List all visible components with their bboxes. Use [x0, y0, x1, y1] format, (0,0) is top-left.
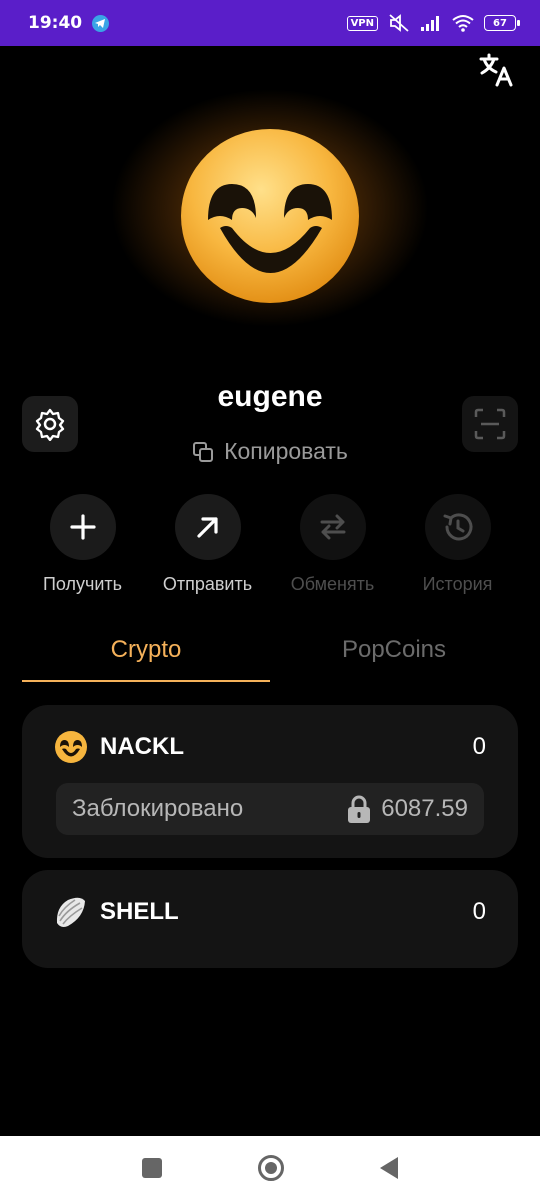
locked-amount: 6087.59: [381, 795, 468, 822]
swap-label: Обменять: [290, 574, 375, 594]
telegram-icon: [92, 14, 110, 32]
status-bar: 19:40 VPN 67: [0, 0, 540, 46]
receive-circle[interactable]: [49, 494, 116, 560]
plus-icon: [69, 514, 96, 540]
locked-value-group: 6087.59: [347, 794, 468, 824]
arrow-up-right-icon: [196, 517, 218, 538]
action-bar: Получить Отправить Обменять История: [20, 494, 520, 595]
swap-icon: [320, 514, 345, 540]
token-name: SHELL: [100, 898, 179, 925]
token-card-nackl[interactable]: NACKL 0 Заблокировано 6087.59: [22, 705, 518, 858]
token-amount: 0: [472, 898, 486, 925]
locked-balance: Заблокировано 6087.59: [56, 783, 484, 835]
send-button[interactable]: Отправить: [145, 494, 270, 595]
copy-button[interactable]: Копировать: [0, 438, 540, 465]
history-label: История: [422, 574, 493, 594]
swap-button[interactable]: Обменять: [270, 494, 395, 595]
lock-icon: [348, 795, 371, 823]
status-time: 19:40: [28, 13, 83, 33]
smiley-icon: [55, 731, 87, 763]
token-card-shell[interactable]: SHELL 0: [22, 870, 518, 968]
history-button[interactable]: История: [395, 494, 520, 595]
translate-icon[interactable]: [478, 52, 514, 88]
send-circle[interactable]: [174, 494, 241, 560]
home-icon[interactable]: [258, 1155, 284, 1181]
send-label: Отправить: [162, 574, 253, 594]
asset-tabs: Crypto PopCoins: [22, 630, 518, 682]
system-nav-bar: [0, 1136, 540, 1200]
status-icons: VPN 67: [346, 13, 520, 33]
tab-popcoins[interactable]: PopCoins: [270, 630, 518, 682]
token-name: NACKL: [100, 733, 184, 760]
muted-icon: [389, 14, 409, 32]
token-row: SHELL 0: [54, 894, 486, 930]
vpn-icon: VPN: [346, 15, 378, 31]
back-icon[interactable]: [380, 1157, 398, 1179]
token-amount: 0: [472, 733, 486, 760]
receive-button[interactable]: Получить: [20, 494, 145, 595]
locked-label: Заблокировано: [72, 795, 244, 822]
copy-label: Копировать: [224, 438, 348, 464]
avatar: [181, 129, 359, 303]
tab-crypto[interactable]: Crypto: [22, 630, 270, 682]
shell-icon: [56, 897, 85, 927]
token-row: NACKL 0: [54, 729, 486, 765]
scan-icon: [474, 408, 506, 440]
history-icon: [443, 513, 472, 541]
receive-label: Получить: [42, 574, 123, 594]
copy-icon: [193, 441, 214, 462]
swap-circle[interactable]: [299, 494, 366, 560]
wifi-icon: [452, 15, 474, 32]
username: eugene: [217, 380, 323, 413]
history-circle[interactable]: [424, 494, 491, 560]
recents-icon[interactable]: [142, 1158, 162, 1178]
signal-icon: [421, 16, 439, 31]
battery-icon: 67: [484, 15, 520, 31]
